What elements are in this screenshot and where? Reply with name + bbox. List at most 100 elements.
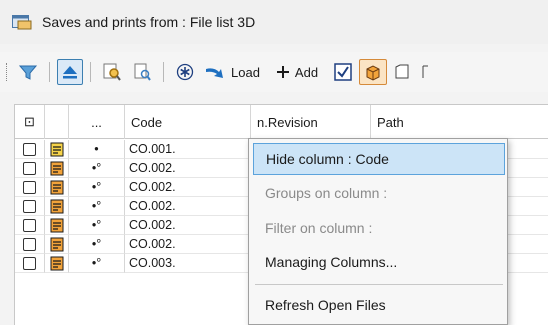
row-select-cell[interactable] [15,159,45,178]
row-status-dot: •° [91,180,102,194]
row-code: CO.002. [129,218,176,232]
part-file-icon [50,218,63,232]
row-checkbox[interactable] [23,180,36,194]
row-select-cell[interactable] [15,140,45,159]
document-search-icon [134,63,151,81]
row-code: CO.001. [129,142,176,156]
row-checkbox[interactable] [23,218,36,232]
row-icon-cell [45,254,69,273]
part-file-icon [50,256,63,270]
zoom-search-button[interactable] [98,59,126,85]
menu-item-managing-columns[interactable]: Managing Columns... [253,246,505,278]
column-header-select[interactable]: ⊡ [15,105,45,139]
partial-icon [422,65,429,78]
row-select-cell[interactable] [15,197,45,216]
row-icon-cell [45,159,69,178]
eject-button[interactable] [57,59,83,85]
toolbar-separator [49,62,50,82]
row-checkbox[interactable] [23,256,36,270]
add-button[interactable]: Add [271,59,322,85]
row-status-cell: • [69,140,125,159]
sheet-outline-icon [395,64,409,79]
row-code-cell: CO.002. [125,159,251,178]
menu-item-filter-on-column[interactable]: Filter on column : [253,212,505,244]
row-icon-cell [45,178,69,197]
row-checkbox[interactable] [23,237,36,251]
3d-view-button[interactable] [359,59,388,85]
title-bar: Saves and prints from : File list 3D [0,0,548,44]
funnel-icon [18,65,38,80]
row-select-cell[interactable] [15,216,45,235]
column-header-more[interactable]: ... [69,105,125,139]
row-select-cell[interactable] [15,254,45,273]
row-code: CO.002. [129,237,176,251]
row-status-dot: •° [91,256,102,270]
toolbar-separator [90,62,91,82]
row-icon-cell [45,235,69,254]
context-menu: Hide column : Code Groups on column : Fi… [248,138,508,325]
part-file-icon [50,199,63,213]
row-icon-cell [45,140,69,159]
row-status-cell: •° [69,216,125,235]
document-search-button[interactable] [128,59,156,85]
row-status-cell: •° [69,159,125,178]
menu-separator [255,284,503,285]
part-file-icon [50,142,63,156]
add-button-label: Add [294,64,319,80]
load-arrow-icon [206,68,223,78]
toolbar-separator [163,62,164,82]
row-code-cell: CO.002. [125,197,251,216]
column-header-path[interactable]: Path [371,105,548,139]
row-code-cell: CO.002. [125,178,251,197]
row-checkbox[interactable] [23,142,36,156]
cube-icon [366,65,380,81]
plus-icon [276,66,289,78]
toolbar-grip[interactable] [6,63,9,81]
row-icon-cell [45,197,69,216]
window-title: Saves and prints from : File list 3D [42,14,256,30]
column-header-icon[interactable] [45,105,69,139]
eject-icon [63,66,77,79]
filter-button[interactable] [14,59,42,85]
row-status-cell: •° [69,254,125,273]
row-select-cell[interactable] [15,178,45,197]
magnifier-icon [103,63,121,81]
overflow-button[interactable] [417,59,433,85]
row-code-cell: CO.002. [125,235,251,254]
row-code: CO.002. [129,161,176,175]
select-all-button[interactable] [171,59,199,85]
row-code: CO.002. [129,180,176,194]
app-window-icon [12,14,32,30]
load-button[interactable]: Load [201,59,264,85]
row-select-cell[interactable] [15,235,45,254]
row-status-cell: •° [69,197,125,216]
row-code-cell: CO.001. [125,140,251,159]
row-status-dot: •° [91,161,102,175]
check-button[interactable] [329,59,357,85]
column-header-code[interactable]: Code [125,105,251,139]
checkbox-checked-icon [334,63,352,81]
row-status-dot: •° [91,199,102,213]
row-checkbox[interactable] [23,161,36,175]
grid-header: ⊡ ... Code n.Revision Path [15,105,548,139]
row-status-dot: • [94,142,99,156]
row-icon-cell [45,216,69,235]
row-code: CO.002. [129,199,176,213]
toolbar: Load Add [0,52,548,92]
row-checkbox[interactable] [23,199,36,213]
row-code-cell: CO.003. [125,254,251,273]
asterisk-circle-icon [176,63,194,81]
column-header-revision[interactable]: n.Revision [251,105,371,139]
part-file-icon [50,237,63,251]
sheet-button[interactable] [389,59,415,85]
menu-item-groups-on-column[interactable]: Groups on column : [253,177,505,209]
row-status-cell: •° [69,235,125,254]
menu-item-refresh-open-files[interactable]: Refresh Open Files [253,289,505,321]
part-file-icon [50,161,63,175]
row-status-dot: •° [91,218,102,232]
part-file-icon [50,180,63,194]
row-status-dot: •° [91,237,102,251]
menu-item-hide-column[interactable]: Hide column : Code [253,143,505,175]
row-status-cell: •° [69,178,125,197]
row-code-cell: CO.002. [125,216,251,235]
